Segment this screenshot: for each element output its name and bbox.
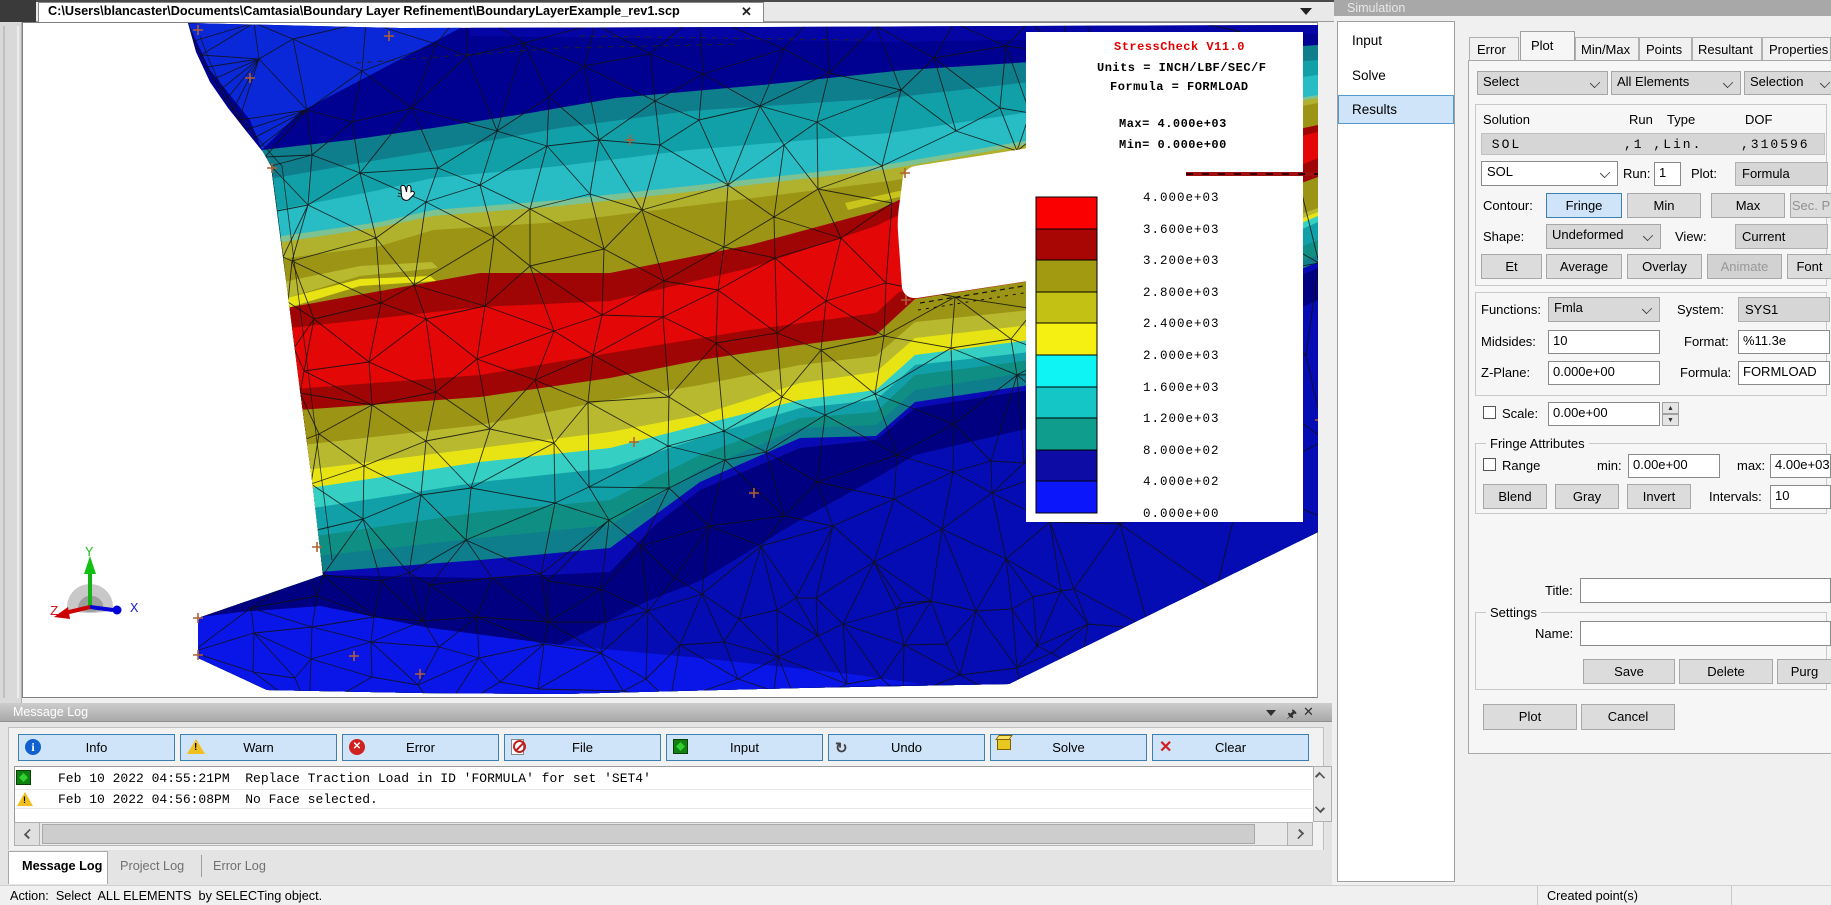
svg-text:StressCheck V11.0: StressCheck V11.0 bbox=[1114, 40, 1245, 54]
svg-text:0.000e+00: 0.000e+00 bbox=[1143, 507, 1220, 521]
svg-text:8.000e+02: 8.000e+02 bbox=[1143, 444, 1220, 458]
svg-text:Min= 0.000e+00: Min= 0.000e+00 bbox=[1119, 138, 1227, 152]
svg-text:Units = INCH/LBF/SEC/F: Units = INCH/LBF/SEC/F bbox=[1097, 61, 1266, 75]
svg-text:4.000e+02: 4.000e+02 bbox=[1143, 475, 1220, 489]
svg-text:4.000e+03: 4.000e+03 bbox=[1143, 191, 1220, 205]
svg-text:2.400e+03: 2.400e+03 bbox=[1143, 317, 1220, 331]
svg-text:Z: Z bbox=[50, 604, 58, 620]
svg-text:X: X bbox=[130, 601, 139, 617]
svg-text:2.000e+03: 2.000e+03 bbox=[1143, 349, 1220, 363]
svg-text:3.200e+03: 3.200e+03 bbox=[1143, 254, 1220, 268]
svg-text:Max= 4.000e+03: Max= 4.000e+03 bbox=[1119, 117, 1227, 131]
svg-text:3.600e+03: 3.600e+03 bbox=[1143, 223, 1220, 237]
svg-text:Y: Y bbox=[85, 545, 94, 561]
svg-text:2.800e+03: 2.800e+03 bbox=[1143, 286, 1220, 300]
svg-text:1.600e+03: 1.600e+03 bbox=[1143, 381, 1220, 395]
svg-text:1.200e+03: 1.200e+03 bbox=[1143, 412, 1220, 426]
svg-text:Formula = FORMLOAD: Formula = FORMLOAD bbox=[1110, 80, 1249, 94]
